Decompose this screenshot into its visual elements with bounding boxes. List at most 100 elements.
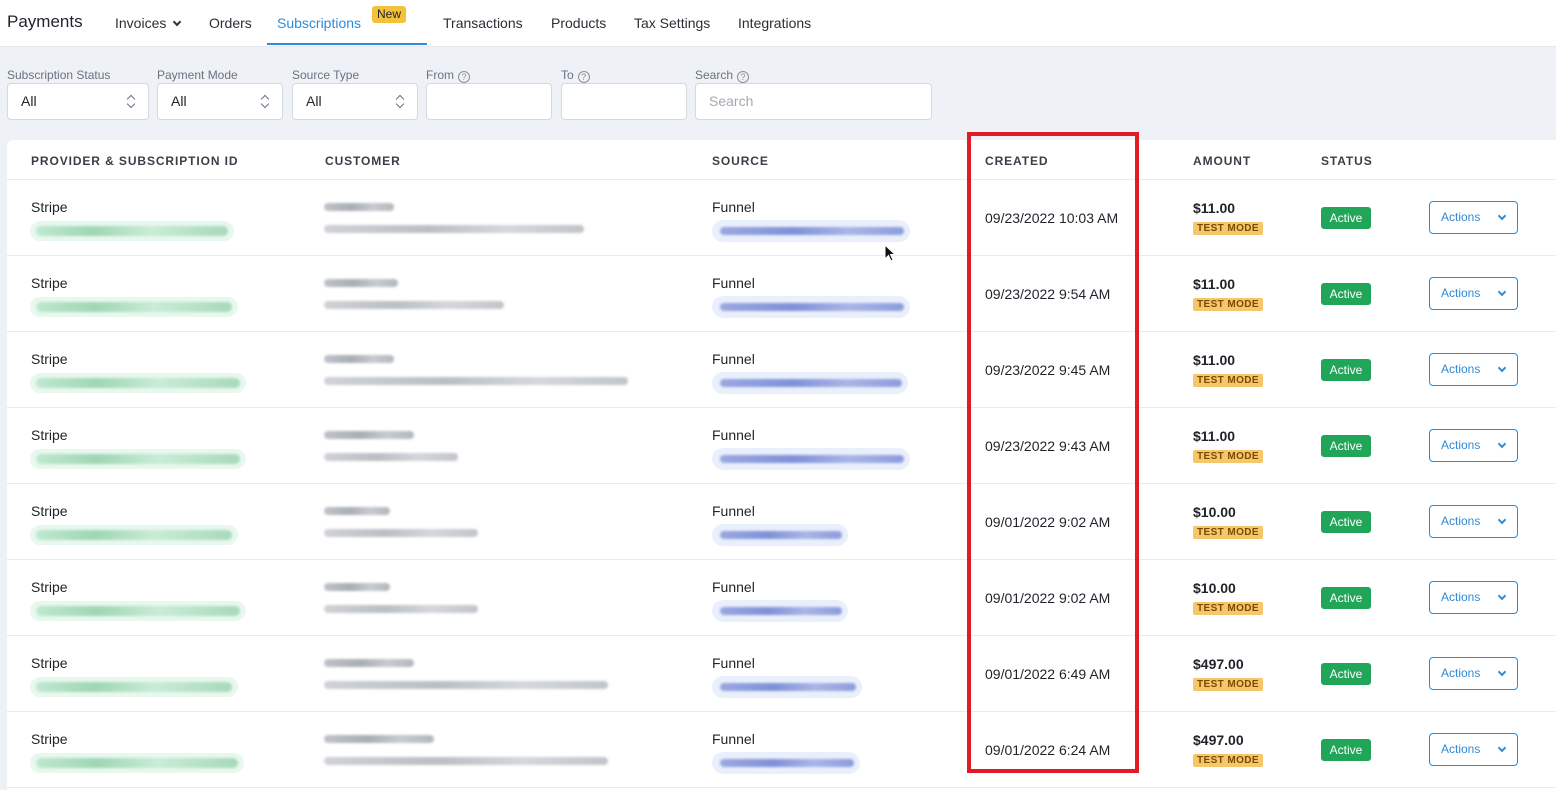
test-mode-badge: TEST MODE xyxy=(1193,450,1263,463)
customer-name-redacted xyxy=(324,203,394,211)
actions-label: Actions xyxy=(1441,514,1481,528)
provider-name: Stripe xyxy=(31,427,68,443)
row-divider xyxy=(7,483,1556,484)
provider-name: Stripe xyxy=(31,351,68,367)
actions-button[interactable]: Actions xyxy=(1429,505,1518,538)
funnel-link-blur xyxy=(720,227,904,235)
created-column-highlight xyxy=(967,132,1139,773)
actions-label: Actions xyxy=(1441,590,1481,604)
subscription-id-blur xyxy=(36,530,232,540)
customer-name-redacted xyxy=(324,659,414,667)
customer-name-redacted xyxy=(324,355,394,363)
nav-products[interactable]: Products xyxy=(551,15,606,31)
provider-name: Stripe xyxy=(31,275,68,291)
col-header-provider: PROVIDER & SUBSCRIPTION ID xyxy=(31,154,239,168)
subscription-id-blur xyxy=(36,682,232,692)
customer-name-redacted xyxy=(324,507,390,515)
help-icon[interactable]: ? xyxy=(577,71,590,83)
subscription-status-label: Subscription Status xyxy=(7,68,111,82)
row-divider xyxy=(7,179,1556,180)
from-date-input[interactable] xyxy=(426,83,552,120)
test-mode-badge: TEST MODE xyxy=(1193,374,1263,387)
funnel-link-blur xyxy=(720,303,904,311)
nav-transactions[interactable]: Transactions xyxy=(443,15,523,31)
provider-name: Stripe xyxy=(31,655,68,671)
row-divider xyxy=(7,559,1556,560)
actions-button[interactable]: Actions xyxy=(1429,657,1518,690)
test-mode-badge: TEST MODE xyxy=(1193,526,1263,539)
source-type-select[interactable]: All xyxy=(292,83,418,120)
subscription-id-blur xyxy=(36,302,232,312)
status-badge: Active xyxy=(1321,207,1371,229)
nav-tax-settings[interactable]: Tax Settings xyxy=(634,15,710,31)
actions-label: Actions xyxy=(1441,362,1481,376)
amount: $497.00 xyxy=(1193,732,1244,748)
help-icon[interactable]: ? xyxy=(737,71,750,83)
col-header-customer: CUSTOMER xyxy=(325,154,401,168)
payment-mode-select[interactable]: All xyxy=(157,83,283,120)
payment-mode-value: All xyxy=(171,93,187,109)
nav-invoices[interactable]: Invoices xyxy=(115,15,182,31)
nav-subscriptions[interactable]: Subscriptions xyxy=(277,15,361,31)
funnel-link-blur xyxy=(720,683,856,691)
provider-name: Stripe xyxy=(31,731,68,747)
customer-email-redacted xyxy=(324,453,458,461)
funnel-link-blur xyxy=(720,379,902,387)
payment-mode-label: Payment Mode xyxy=(157,68,238,82)
source-type: Funnel xyxy=(712,655,755,671)
nav-orders[interactable]: Orders xyxy=(209,15,252,31)
actions-label: Actions xyxy=(1441,438,1481,452)
status-badge: Active xyxy=(1321,283,1371,305)
status-badge: Active xyxy=(1321,435,1371,457)
row-divider xyxy=(7,407,1556,408)
chevron-down-icon xyxy=(1497,287,1507,297)
col-header-status: STATUS xyxy=(1321,154,1373,168)
actions-button[interactable]: Actions xyxy=(1429,429,1518,462)
row-divider xyxy=(7,331,1556,332)
row-divider xyxy=(7,711,1556,712)
test-mode-badge: TEST MODE xyxy=(1193,602,1263,615)
source-type: Funnel xyxy=(712,503,755,519)
source-type: Funnel xyxy=(712,579,755,595)
actions-button[interactable]: Actions xyxy=(1429,353,1518,386)
subscription-status-select[interactable]: All xyxy=(7,83,149,120)
customer-email-redacted xyxy=(324,605,478,613)
source-type-value: All xyxy=(306,93,322,109)
to-date-input[interactable] xyxy=(561,83,687,120)
chevron-down-icon xyxy=(1497,363,1507,373)
chevron-down-icon xyxy=(1497,591,1507,601)
source-type: Funnel xyxy=(712,351,755,367)
chevron-down-icon xyxy=(1497,743,1507,753)
provider-name: Stripe xyxy=(31,503,68,519)
subscription-id-blur xyxy=(36,378,240,388)
chevron-down-icon xyxy=(1497,515,1507,525)
actions-label: Actions xyxy=(1441,210,1481,224)
search-label: Search? xyxy=(695,68,750,83)
amount: $11.00 xyxy=(1193,276,1236,292)
help-icon[interactable]: ? xyxy=(458,71,470,83)
actions-button[interactable]: Actions xyxy=(1429,277,1518,310)
new-badge: New xyxy=(372,6,407,23)
source-type-label: Source Type xyxy=(292,68,360,82)
test-mode-badge: TEST MODE xyxy=(1193,222,1263,235)
source-type: Funnel xyxy=(712,731,755,747)
actions-label: Actions xyxy=(1441,742,1481,756)
chevron-down-icon xyxy=(1497,211,1507,221)
chevron-down-icon xyxy=(1497,439,1507,449)
actions-button[interactable]: Actions xyxy=(1429,733,1518,766)
chevron-down-icon xyxy=(173,17,182,27)
to-label-text: To xyxy=(561,68,574,82)
customer-email-redacted xyxy=(324,681,608,689)
search-input[interactable]: Search xyxy=(695,83,932,120)
customer-email-redacted xyxy=(324,301,504,309)
subscription-id-blur xyxy=(36,454,240,464)
actions-button[interactable]: Actions xyxy=(1429,581,1518,614)
actions-button[interactable]: Actions xyxy=(1429,201,1518,234)
row-divider xyxy=(7,255,1556,256)
nav-integrations[interactable]: Integrations xyxy=(738,15,811,31)
actions-label: Actions xyxy=(1441,286,1481,300)
to-label: To? xyxy=(561,68,590,83)
amount: $11.00 xyxy=(1193,352,1236,368)
provider-name: Stripe xyxy=(31,579,68,595)
customer-email-redacted xyxy=(324,377,628,385)
